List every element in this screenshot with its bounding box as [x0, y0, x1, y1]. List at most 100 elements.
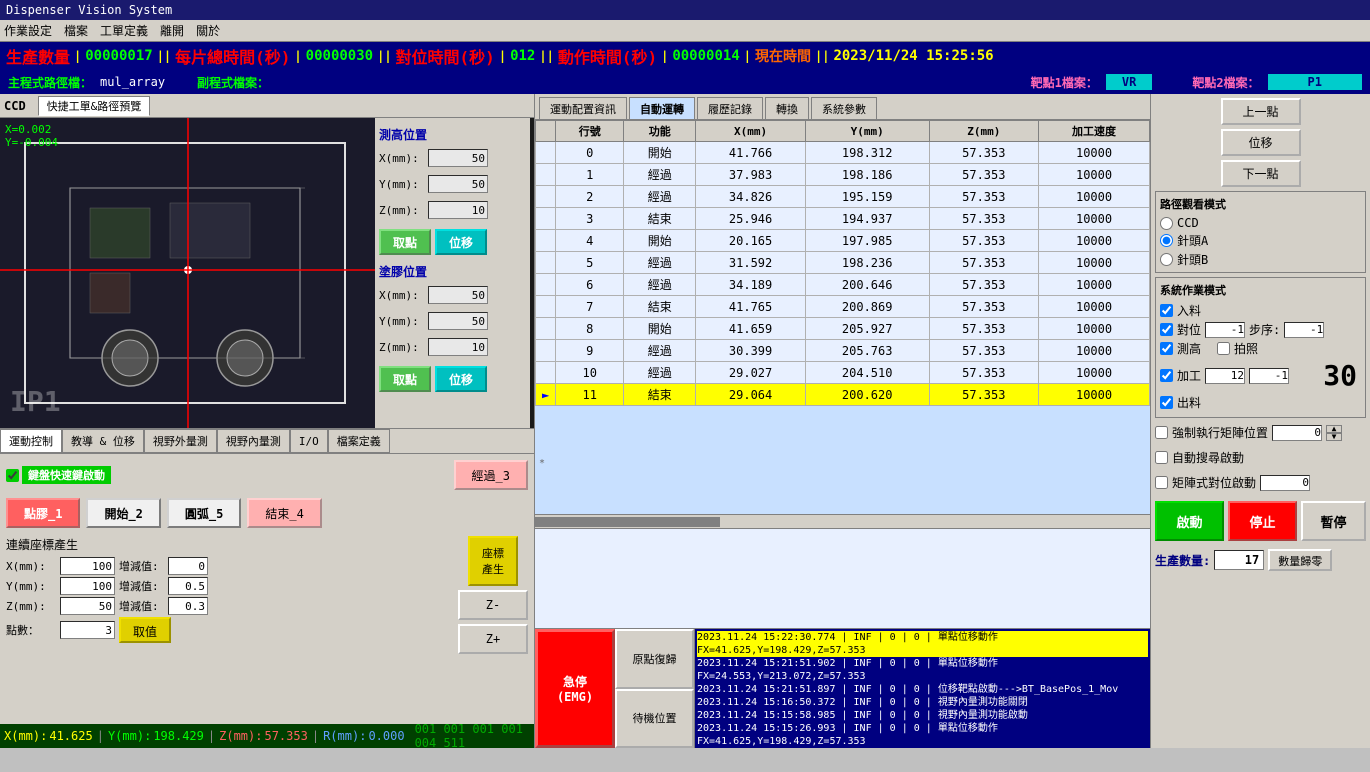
measure-move-btn[interactable]: 位移: [435, 229, 487, 255]
btn-pass3[interactable]: 經過_3: [454, 460, 528, 490]
emergency-stop-btn[interactable]: 急停 (EMG): [535, 629, 615, 748]
measure-z-input[interactable]: [428, 201, 488, 219]
check-output[interactable]: [1160, 396, 1173, 409]
apply-x-input[interactable]: [428, 286, 488, 304]
cg-x-input[interactable]: [60, 557, 115, 575]
measure-get-btn[interactable]: 取點: [379, 229, 431, 255]
btn-stop[interactable]: 停止: [1228, 501, 1297, 541]
table-scrollbar[interactable]: [535, 514, 1150, 528]
btn-zminus[interactable]: Z-: [458, 590, 528, 620]
menu-file[interactable]: 檔案: [64, 22, 88, 39]
row-speed: 10000: [1039, 362, 1150, 384]
keyboard-enable-checkbox[interactable]: [6, 469, 19, 482]
force-spin-down[interactable]: ▼: [1326, 433, 1342, 441]
check-photo[interactable]: [1217, 342, 1230, 355]
ttab-convert[interactable]: 轉換: [765, 97, 809, 119]
data-table-wrapper: 行號 功能 X(mm) Y(mm) Z(mm) 加工速度 0 開始 41.766…: [535, 120, 1150, 514]
check-process-label: 加工: [1177, 367, 1201, 384]
matrix-align-input[interactable]: [1260, 475, 1310, 491]
btn-gen[interactable]: 座標 產生: [468, 536, 518, 586]
measure-x-input[interactable]: [428, 149, 488, 167]
data-table: 行號 功能 X(mm) Y(mm) Z(mm) 加工速度 0 開始 41.766…: [535, 120, 1150, 406]
btn-recovery[interactable]: 原點復歸: [615, 629, 694, 689]
path-radio-needle-b[interactable]: 針頭B: [1160, 251, 1361, 268]
cg-z-inc-input[interactable]: [168, 597, 208, 615]
align-time-value: 012: [510, 48, 535, 64]
table-row: 2 經過 34.826 195.159 57.353 10000: [536, 186, 1150, 208]
btn-arc5[interactable]: 圓弧_5: [167, 498, 241, 528]
ttab-auto-run[interactable]: 自動運轉: [629, 97, 695, 119]
btn-end4[interactable]: 結束_4: [247, 498, 321, 528]
scrollbar-track[interactable]: [535, 517, 1150, 527]
menu-about[interactable]: 關於: [196, 22, 220, 39]
menu-exit[interactable]: 離開: [160, 22, 184, 39]
force-value-input[interactable]: [1272, 425, 1322, 441]
apply-move-btn[interactable]: 位移: [435, 366, 487, 392]
keyboard-enable-label[interactable]: 鍵盤快速鍵啟動: [6, 466, 111, 484]
mtab-outer[interactable]: 視野外量測: [144, 429, 217, 453]
row-y: 198.236: [805, 252, 929, 274]
radio-needle-a[interactable]: [1160, 234, 1173, 247]
check-process[interactable]: [1160, 369, 1173, 382]
process-val1-input[interactable]: [1205, 368, 1245, 384]
step-value-input[interactable]: [1284, 322, 1324, 338]
mtab-inner[interactable]: 視野內量測: [217, 429, 290, 453]
menu-settings[interactable]: 作業設定: [4, 22, 52, 39]
btn-start[interactable]: 啟動: [1155, 501, 1224, 541]
measure-y-input[interactable]: [428, 175, 488, 193]
mtab-motion[interactable]: 運動控制: [0, 429, 62, 453]
cg-z-input[interactable]: [60, 597, 115, 615]
table-header-row: 行號 功能 X(mm) Y(mm) Z(mm) 加工速度: [536, 121, 1150, 142]
table-row: 6 經過 34.189 200.646 57.353 10000: [536, 274, 1150, 296]
row-y: 197.985: [805, 230, 929, 252]
path-radio-ccd[interactable]: CCD: [1160, 216, 1361, 230]
prod-count-row-value[interactable]: [1214, 550, 1264, 570]
menu-workorder[interactable]: 工單定義: [100, 22, 148, 39]
ccd-tab-preview[interactable]: 快捷工單&路徑預覽: [38, 96, 151, 116]
ttab-history[interactable]: 履歷記錄: [697, 97, 763, 119]
cg-count-input[interactable]: [60, 621, 115, 639]
btn-getval[interactable]: 取值: [119, 617, 171, 643]
align-value-input[interactable]: [1205, 322, 1245, 338]
mtab-teach[interactable]: 教導 & 位移: [62, 429, 144, 453]
btn-move-point[interactable]: 位移: [1221, 129, 1301, 156]
row-x: 41.766: [696, 142, 806, 164]
mtab-io[interactable]: I/O: [290, 429, 328, 453]
th-func: 功能: [624, 121, 696, 142]
sub-prog-label: 副程式檔案：: [197, 74, 269, 91]
row-x: 37.983: [696, 164, 806, 186]
radio-ccd[interactable]: [1160, 217, 1173, 230]
btn-zplus[interactable]: Z+: [458, 624, 528, 654]
check-measure[interactable]: [1160, 342, 1173, 355]
emergency-line1: 急停: [563, 673, 587, 690]
btn-prev-point[interactable]: 上一點: [1221, 98, 1301, 125]
row-func: 結束: [624, 384, 696, 406]
mtab-file[interactable]: 檔案定義: [328, 429, 390, 453]
btn-start2[interactable]: 開始_2: [86, 498, 160, 528]
cg-y-inc-input[interactable]: [168, 577, 208, 595]
row-func: 經過: [624, 164, 696, 186]
log-message: 2023.11.24 15:16:50.372 | INF | 0 | 0 | …: [697, 696, 1148, 709]
force-checkbox[interactable]: [1155, 426, 1168, 439]
btn-count-reset[interactable]: 數量歸零: [1268, 549, 1332, 571]
btn-next-point[interactable]: 下一點: [1221, 160, 1301, 187]
btn-pause[interactable]: 暫停: [1301, 501, 1366, 541]
cg-y-input[interactable]: [60, 577, 115, 595]
cg-x-inc-input[interactable]: [168, 557, 208, 575]
process-val2-input[interactable]: [1249, 368, 1289, 384]
ttab-sys-params[interactable]: 系統參數: [811, 97, 877, 119]
apply-z-input[interactable]: [428, 338, 488, 356]
ttab-motion-config[interactable]: 運動配置資訊: [539, 97, 627, 119]
apply-y-input[interactable]: [428, 312, 488, 330]
btn-standby[interactable]: 待機位置: [615, 689, 694, 749]
radio-needle-b[interactable]: [1160, 253, 1173, 266]
table-scroll[interactable]: 行號 功能 X(mm) Y(mm) Z(mm) 加工速度 0 開始 41.766…: [535, 120, 1150, 454]
auto-search-checkbox[interactable]: [1155, 451, 1168, 464]
path-radio-needle-a[interactable]: 針頭A: [1160, 232, 1361, 249]
scrollbar-thumb[interactable]: [535, 517, 720, 527]
matrix-align-checkbox[interactable]: [1155, 476, 1168, 489]
apply-get-btn[interactable]: 取點: [379, 366, 431, 392]
check-input[interactable]: [1160, 304, 1173, 317]
check-align[interactable]: [1160, 323, 1173, 336]
btn-dot1[interactable]: 點膠_1: [6, 498, 80, 528]
